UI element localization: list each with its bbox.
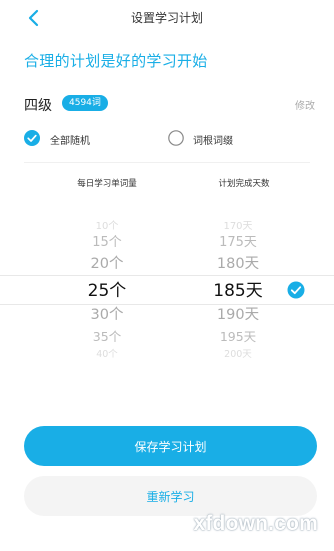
picker-option[interactable]: 15个: [52, 235, 162, 251]
picker-option[interactable]: 195天: [183, 329, 293, 345]
picker-option[interactable]: 20个: [52, 256, 162, 272]
check-circle-icon: [287, 281, 305, 299]
selection-line-bottom: [0, 304, 334, 305]
option-root-affix[interactable]: 词根词缀: [168, 126, 258, 150]
watermark: xfdown.com: [193, 512, 318, 535]
option-root-affix-label: 词根词缀: [193, 136, 233, 147]
radio-empty-icon: [168, 130, 184, 146]
picker-option[interactable]: 10个: [52, 219, 162, 235]
selected-plan-days[interactable]: 185天: [183, 282, 293, 300]
picker-option[interactable]: 180天: [183, 256, 293, 272]
plan-slogan: 合理的计划是好的学习开始: [24, 52, 208, 70]
check-circle-icon: [24, 130, 40, 146]
picker-option[interactable]: 190天: [183, 307, 293, 323]
picker-option[interactable]: 175天: [183, 235, 293, 251]
selected-daily-words[interactable]: 25个: [52, 282, 162, 300]
daily-words-header: 每日学习单词量: [77, 179, 137, 189]
level-name: 四级: [24, 98, 52, 114]
plan-days-header: 计划完成天数: [218, 179, 270, 189]
picker-option[interactable]: 40个: [52, 347, 162, 363]
picker-option[interactable]: 170天: [183, 219, 293, 235]
edit-level-link[interactable]: 修改: [295, 97, 315, 112]
picker-option[interactable]: 35个: [52, 329, 162, 345]
divider: [24, 162, 310, 163]
option-random[interactable]: 全部随机: [24, 126, 114, 150]
picker-option[interactable]: 200天: [183, 347, 293, 363]
save-plan-button[interactable]: 保存学习计划: [24, 426, 317, 466]
restart-learning-button[interactable]: 重新学习: [24, 476, 317, 516]
word-count-badge: 4594词: [62, 95, 108, 111]
option-random-label: 全部随机: [50, 136, 90, 147]
selection-line-top: [0, 275, 334, 276]
page-title: 设置学习计划: [130, 11, 203, 25]
picker-option[interactable]: 30个: [52, 307, 162, 323]
